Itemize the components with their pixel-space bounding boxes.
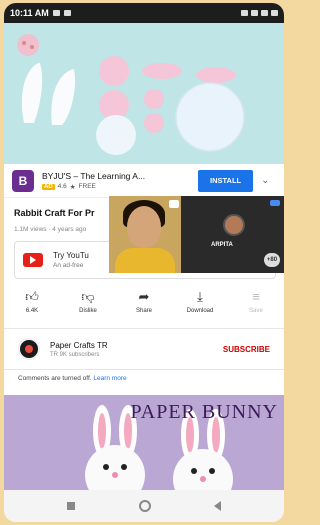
ad-logo-icon: B xyxy=(12,169,34,192)
promo-line2: An ad-free xyxy=(53,262,84,269)
install-button[interactable]: INSTALL xyxy=(198,169,254,192)
bluetooth-icon xyxy=(241,10,248,16)
save-button[interactable]: ≡ Save xyxy=(228,289,284,325)
video-frame xyxy=(4,23,284,164)
subscribe-button[interactable]: SUBSCRIBE xyxy=(223,345,270,354)
paper-circle-shape xyxy=(99,56,129,86)
action-bar: 👍︎ 6.4K 👎︎ Dislike ➦ Share ⤓ Download ≡ … xyxy=(4,289,284,325)
save-icon: ≡ xyxy=(252,289,260,304)
ad-title: BYJU'S – The Learning A... xyxy=(42,170,146,181)
divider xyxy=(4,328,284,329)
home-icon[interactable] xyxy=(138,500,151,512)
download-button[interactable]: ⤓ Download xyxy=(172,289,228,325)
recent-apps-icon[interactable] xyxy=(67,502,76,510)
phone-screen: 10:11 AM B BYJU'S – The Learning A... AD… xyxy=(4,3,284,522)
download-icon: ⤓ xyxy=(197,289,203,304)
dislike-button[interactable]: 👎︎ Dislike xyxy=(60,289,116,325)
call-self-view xyxy=(109,196,181,273)
battery-icon xyxy=(271,10,278,16)
ad-rating: 4.6 xyxy=(57,183,67,190)
call-participant-view: ARPITA +80 xyxy=(181,196,284,273)
video-title[interactable]: Rabbit Craft For Pr xyxy=(14,208,95,218)
comments-status: Comments are turned off. Learn more xyxy=(18,375,127,382)
paper-circle-shape xyxy=(175,82,245,152)
paper-circle-shape xyxy=(144,89,164,109)
back-icon[interactable] xyxy=(213,501,221,511)
thumbnail-title: PAPER BUNNY xyxy=(130,401,278,423)
download-label: Download xyxy=(186,308,214,314)
video-meta: 1.1M views · 4 years ago xyxy=(14,226,87,233)
share-button[interactable]: ➦ Share xyxy=(116,289,172,325)
save-label: Save xyxy=(249,308,263,314)
participant-name: ARPITA xyxy=(211,242,233,248)
message-icon xyxy=(63,10,71,16)
like-count: 6.4K xyxy=(25,308,39,314)
ad-badge: AD xyxy=(42,183,55,190)
wifi-icon xyxy=(261,10,268,16)
system-nav-bar xyxy=(4,490,284,522)
paper-leaf-shape xyxy=(196,67,236,83)
promo-line1: Try YouTu xyxy=(53,251,89,260)
next-video-thumbnail[interactable]: PAPER BUNNY xyxy=(4,395,284,490)
paper-leaf-shape xyxy=(142,63,182,79)
like-button[interactable]: 👍︎ 6.4K xyxy=(4,289,60,325)
more-icon[interactable] xyxy=(270,200,280,206)
channel-row[interactable]: Paper Crafts TR TR 9K subscribers SUBSCR… xyxy=(4,331,284,367)
dislike-label: Dislike xyxy=(79,308,97,314)
person-shirt xyxy=(115,248,175,273)
chevron-down-icon[interactable]: ⌄ xyxy=(261,175,269,186)
participants-count-badge[interactable]: +80 xyxy=(264,253,280,267)
channel-avatar[interactable] xyxy=(18,338,40,360)
channel-info: Paper Crafts TR TR 9K subscribers xyxy=(50,341,223,358)
youtube-logo-icon xyxy=(23,253,43,267)
status-bar: 10:11 AM xyxy=(4,3,284,23)
ad-text: BYJU'S – The Learning A... AD 4.6 ★ FREE xyxy=(42,171,190,191)
ad-price: FREE xyxy=(78,183,96,190)
channel-name[interactable]: Paper Crafts TR xyxy=(50,341,223,350)
video-call-overlay[interactable]: ARPITA +80 xyxy=(109,196,284,273)
thumb-up-icon: 👍︎ xyxy=(25,289,39,304)
channel-subscribers: TR 9K subscribers xyxy=(50,351,100,358)
ad-subline: AD 4.6 ★ FREE xyxy=(42,183,190,191)
promo-text: Try YouTu An ad-free xyxy=(53,251,89,269)
ad-banner[interactable]: B BYJU'S – The Learning A... AD 4.6 ★ FR… xyxy=(4,164,284,198)
share-label: Share xyxy=(135,308,152,314)
video-player[interactable] xyxy=(4,23,284,164)
status-time: 10:11 AM xyxy=(10,8,49,18)
camera-icon[interactable] xyxy=(169,200,179,208)
learn-more-link[interactable]: Learn more xyxy=(93,375,126,382)
star-icon: ★ xyxy=(69,183,76,191)
notification-icon xyxy=(52,10,60,16)
divider xyxy=(4,369,284,370)
share-icon: ➦ xyxy=(138,289,150,304)
paper-circle-shape xyxy=(144,113,164,133)
person-face xyxy=(127,206,161,248)
signal-icon xyxy=(251,10,258,16)
paper-circle-shape xyxy=(17,34,39,56)
comments-off-text: Comments are turned off. xyxy=(18,375,92,382)
participant-avatar xyxy=(223,214,245,236)
paper-circle-shape xyxy=(96,115,136,155)
thumb-down-icon: 👎︎ xyxy=(81,289,95,304)
